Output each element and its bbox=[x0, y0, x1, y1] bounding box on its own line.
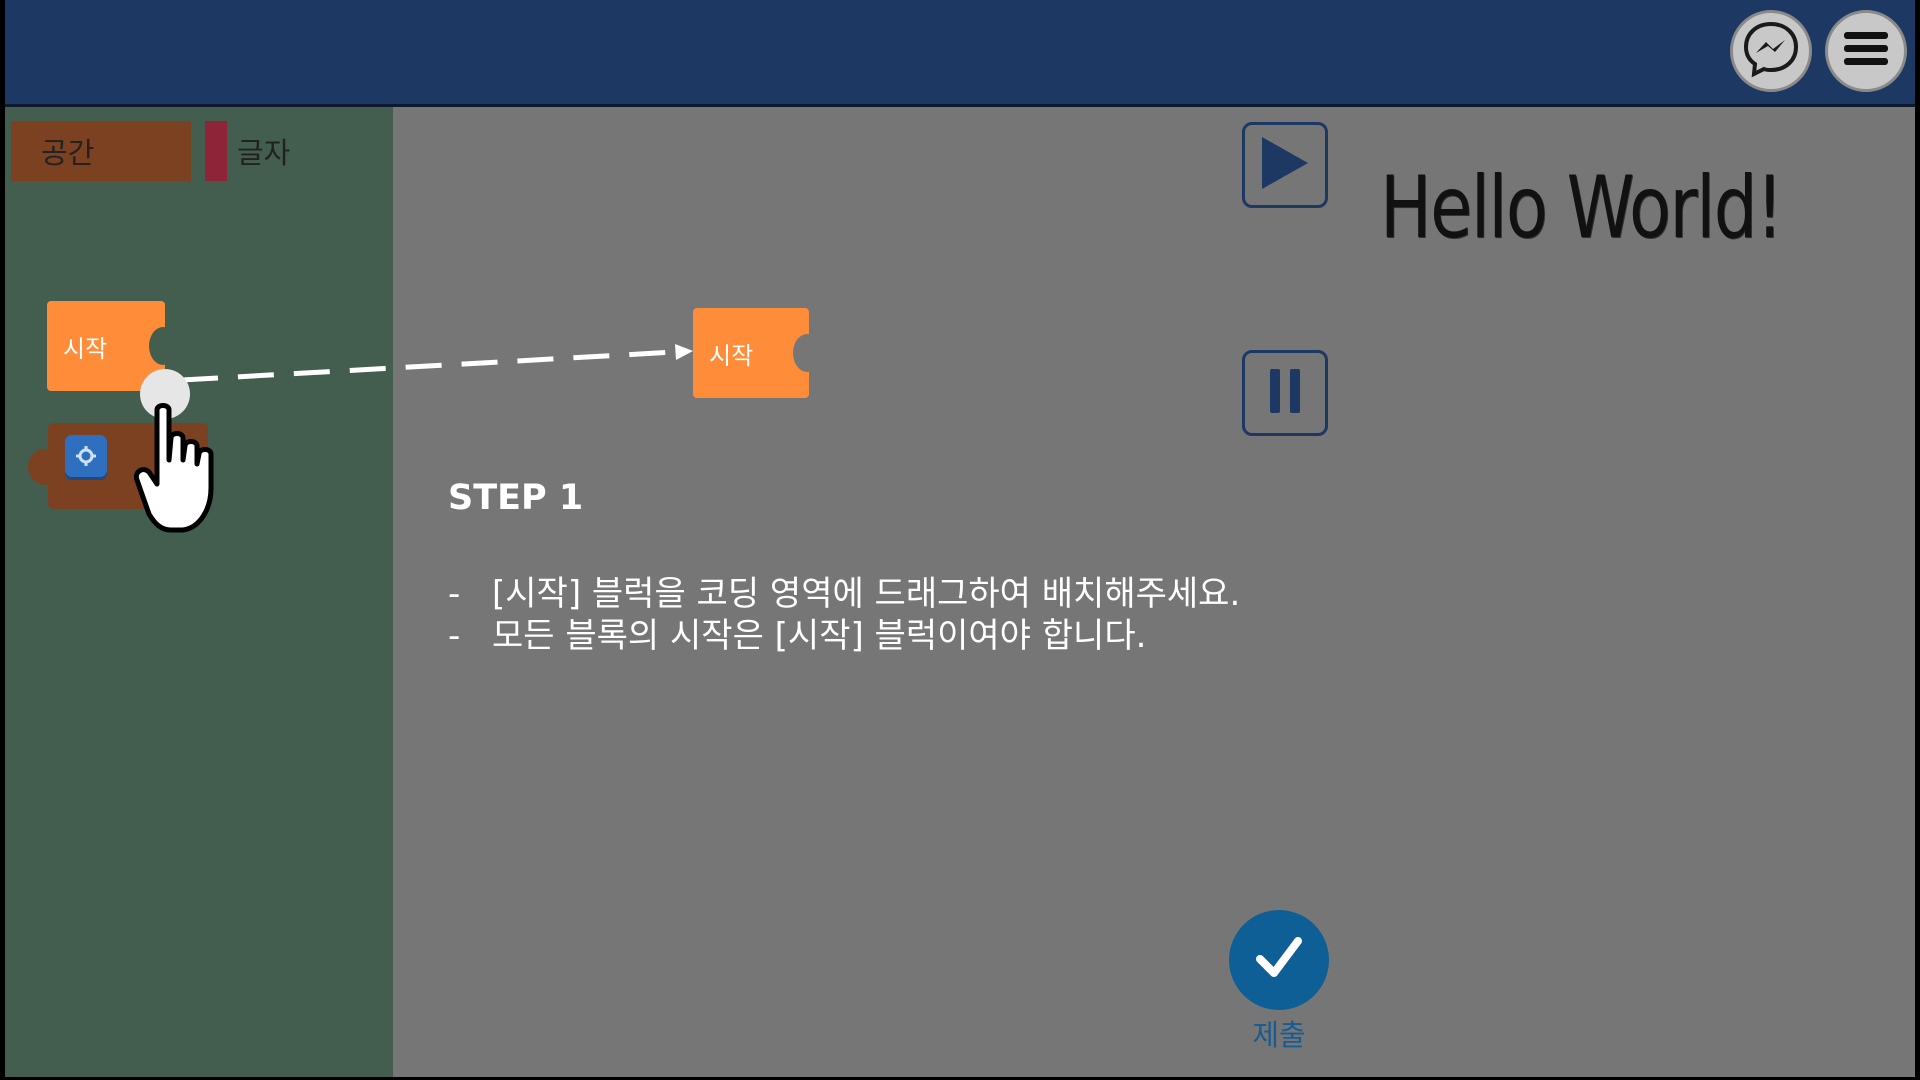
drag-arrow-line bbox=[181, 349, 676, 383]
drag-hint-overlay bbox=[133, 344, 693, 533]
drag-arrow-head bbox=[675, 344, 693, 360]
app-window: 공간 글자 시작 시작 Hello World! STEP 1 - [시작] 블… bbox=[5, 0, 1915, 1077]
hand-cursor-icon bbox=[133, 403, 214, 533]
